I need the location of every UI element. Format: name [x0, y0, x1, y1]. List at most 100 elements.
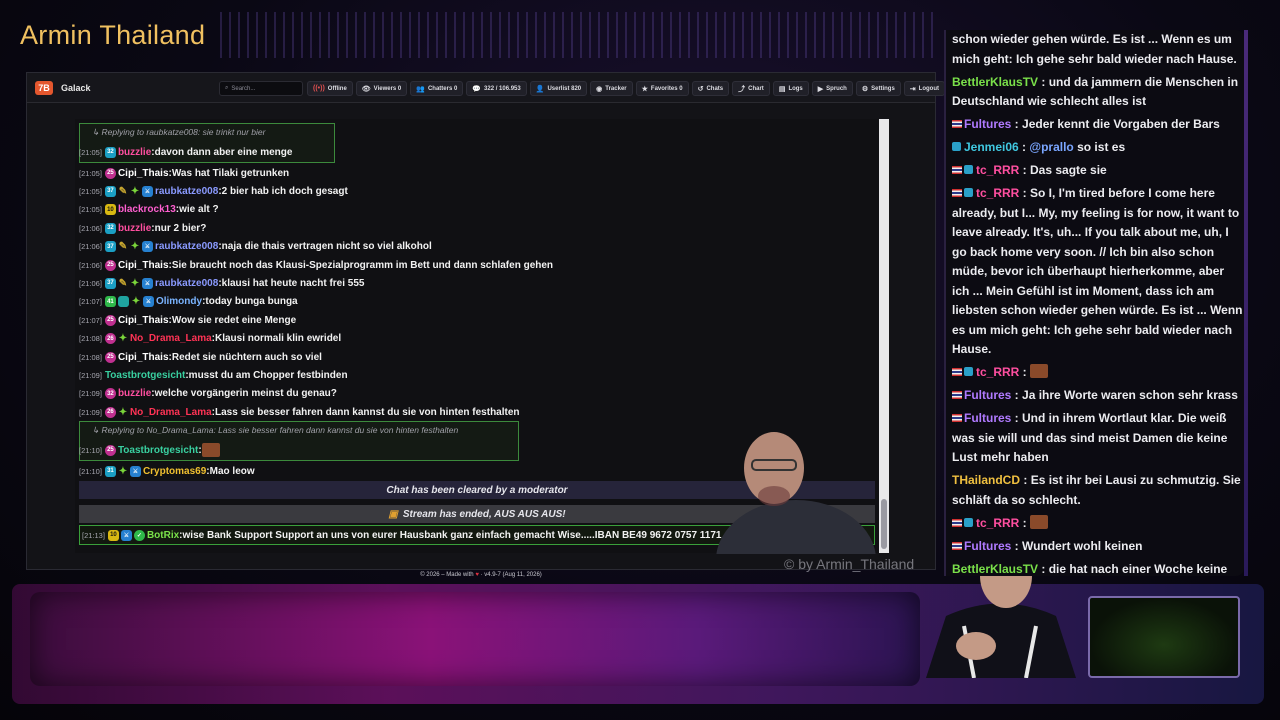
thai-flag-icon — [952, 120, 962, 128]
nav-gear[interactable]: ⚙ Settings — [855, 81, 901, 96]
chat-text: naja die thais vertragen nicht so viel a… — [221, 241, 432, 253]
side-chat-text: So I, I'm tired before I come here alrea… — [952, 186, 1243, 356]
chat-username[interactable]: No_Drama_Lama — [130, 407, 212, 418]
chat-username[interactable]: raubkatze008 — [155, 241, 218, 252]
side-chat-username[interactable]: Fultures — [964, 388, 1011, 402]
feather-badge-icon: ✎ — [118, 241, 128, 253]
subscriber-badge-icon — [952, 142, 961, 151]
sub-badge: 25 — [104, 314, 116, 326]
brand-name[interactable]: Galack — [61, 83, 91, 93]
timestamp: [21:06] — [79, 260, 102, 270]
chat-message: [21:06] 37 ✎ ✦ ⚔ raubkatze008: naja die thais… — [79, 239, 432, 255]
nav-users[interactable]: 👥 Chatters 0 — [410, 81, 464, 96]
nav-star[interactable]: ★ Favorites 0 — [635, 81, 689, 96]
separator: : — [1011, 411, 1023, 425]
nav-chart[interactable]: ⤴ Chart — [732, 81, 770, 96]
reply-context: ↳ Replying to No_Drama_Lama: Lass sie be… — [92, 425, 459, 435]
chat-username[interactable]: Toastbrotgesicht — [105, 370, 185, 381]
chat-username[interactable]: buzzlie — [118, 223, 151, 234]
chat-scrollbar[interactable] — [879, 119, 889, 553]
chat-text: nur 2 bier? — [154, 222, 207, 234]
side-chat-message: schon wieder gehen würde. Es ist ... Wen… — [952, 30, 1244, 69]
footer-version: · v4.9-7 (Aug 11, 2026) — [480, 572, 542, 578]
chat-message: [21:10] 31 ✦ ⚔ Cryptomas69: Mao leow — [79, 463, 255, 479]
side-chat-message: Fultures : Und in ihrem Wortlaut klar. D… — [952, 409, 1244, 468]
footer: © 2026 – Made with ♥ · v4.9-7 (Aug 11, 2… — [27, 572, 935, 578]
nav-label: Logs — [788, 85, 803, 92]
side-chat-username[interactable]: tc_RRR — [976, 163, 1019, 177]
nav-antenna[interactable]: ((•)) Offline — [307, 81, 353, 96]
side-chat-username[interactable]: tc_RRR — [976, 516, 1019, 530]
chat-text: Klausi normali klin ewridel — [215, 333, 342, 345]
chat-username[interactable]: BotRix — [147, 530, 179, 541]
chat-username[interactable]: Cryptomas69 — [143, 466, 206, 477]
nav-speech[interactable]: ▶ Spruch — [811, 81, 853, 96]
nav-label: Chatters 0 — [427, 85, 458, 92]
chat-username[interactable]: raubkatze008 — [155, 186, 218, 197]
side-chat-username[interactable]: THailandCD — [952, 473, 1020, 487]
chat-username[interactable]: blackrock13 — [118, 204, 176, 215]
chat-username[interactable]: buzzlie — [118, 388, 151, 399]
chat-username[interactable]: Cipi_Thais — [118, 168, 169, 179]
thai-flag-icon — [952, 368, 962, 376]
stream-ended-text: Stream has ended, AUS AUS AUS! — [402, 508, 566, 520]
separator: : — [1011, 117, 1023, 131]
lvl-badge: 37 — [104, 277, 116, 289]
verified-badge-icon: ✓ — [133, 529, 145, 541]
timestamp: [21:09] — [79, 389, 102, 399]
user-icon: 👤 — [535, 85, 545, 93]
nav-history[interactable]: ↺ Chats — [691, 81, 730, 96]
side-chat-panel: schon wieder gehen würde. Es ist ... Wen… — [944, 30, 1244, 576]
nav-eye[interactable]: 👁 Viewers 0 — [355, 81, 408, 96]
brand-logo[interactable]: 7B — [35, 80, 53, 95]
thai-flag-icon — [952, 414, 962, 422]
side-chat-message: BettlerKlausTV : die hat nach einer Woch… — [952, 560, 1244, 577]
timestamp: [21:06] — [79, 278, 102, 288]
search-input[interactable]: ⌕ Search... — [219, 81, 303, 96]
chat-username[interactable]: Cipi_Thais — [118, 352, 169, 363]
sword-badge-icon: ⚔ — [141, 241, 153, 253]
star-badge-icon: ✦ — [131, 296, 141, 308]
chat-username[interactable]: Olimondy — [156, 296, 202, 307]
side-chat-username[interactable]: Jenmei06 — [964, 140, 1019, 154]
separator: : — [1019, 163, 1031, 177]
subscriber-badge-icon — [964, 517, 973, 527]
chat-text: musst du am Chopper festbinden — [188, 369, 348, 381]
chat-username[interactable]: Toastbrotgesicht — [118, 445, 198, 456]
chat-username[interactable]: buzzlie — [118, 147, 151, 158]
side-chat-username[interactable]: Fultures — [964, 539, 1011, 553]
nav-logout[interactable]: ⇥ Logout — [903, 81, 945, 96]
side-chat-message: Fultures : Jeder kennt die Vorgaben der … — [952, 115, 1244, 135]
chat-username[interactable]: Cipi_Thais — [118, 260, 169, 271]
nav-chat-bubble[interactable]: 💬 322 / 106.953 — [466, 81, 527, 96]
side-chat-username[interactable]: tc_RRR — [976, 186, 1019, 200]
side-chat-username[interactable]: Fultures — [964, 117, 1011, 131]
side-chat-username[interactable]: tc_RRR — [976, 365, 1019, 379]
streamer-webcam-figure — [716, 432, 876, 554]
timestamp: [21:05] — [79, 186, 102, 196]
side-chat-username[interactable]: Fultures — [964, 411, 1011, 425]
sword-badge-icon: ⚔ — [120, 529, 132, 541]
nav-logs[interactable]: ▤ Logs — [772, 81, 809, 96]
chat-bubble-icon: 💬 — [472, 85, 482, 93]
chat-username[interactable]: Cipi_Thais — [118, 315, 169, 326]
emote-icon — [1030, 364, 1049, 378]
side-chat-username[interactable]: BettlerKlausTV — [952, 75, 1038, 89]
chat-text: Lass sie besser fahren dann kannst du si… — [215, 406, 520, 418]
side-chat-message: tc_RRR : — [952, 514, 1244, 534]
chat-username[interactable]: raubkatze008 — [155, 278, 218, 289]
star-badge-icon: ✦ — [130, 277, 140, 289]
mention[interactable]: @prallo — [1029, 140, 1077, 154]
separator: : — [1038, 74, 1049, 89]
scroll-thumb[interactable] — [881, 499, 887, 549]
lvl-badge: 32 — [104, 222, 116, 234]
side-chat-messages: schon wieder gehen würde. Es ist ... Wen… — [952, 30, 1244, 576]
nav-tracker[interactable]: ◉ Tracker — [590, 81, 633, 96]
nav-user[interactable]: 👤 Userlist 820 — [529, 81, 588, 96]
side-chat-username[interactable]: BettlerKlausTV — [952, 562, 1038, 576]
separator: : — [1038, 561, 1049, 576]
chat-username[interactable]: No_Drama_Lama — [130, 333, 212, 344]
side-chat-border — [1244, 30, 1248, 576]
gold-badge: 10 — [107, 529, 119, 541]
nav-label: 322 / 106.953 — [484, 85, 521, 92]
